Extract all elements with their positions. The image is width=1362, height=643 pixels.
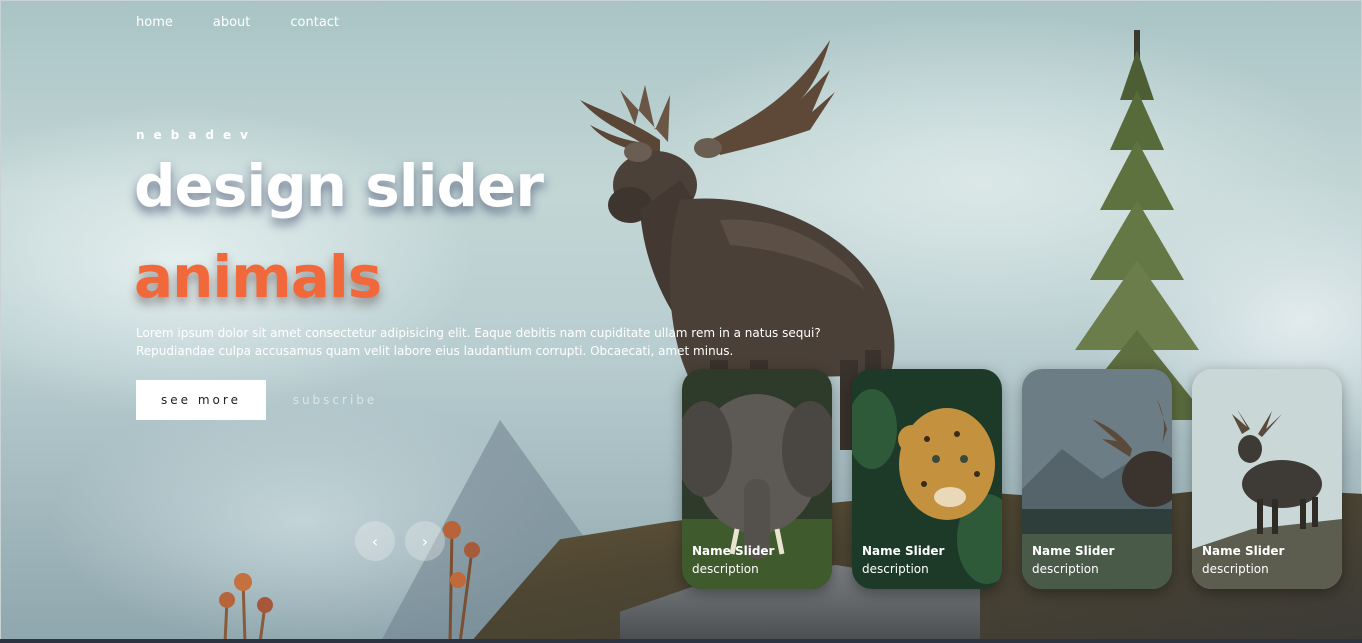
thumbnail-description: description <box>692 562 759 576</box>
next-arrow-button[interactable]: › <box>405 521 445 561</box>
thumbnail-elephant[interactable]: Name Slider description <box>682 369 832 589</box>
thumbnail-leopard[interactable]: Name Slider description <box>852 369 1002 589</box>
see-more-button[interactable]: see more <box>136 380 266 420</box>
hero-description: Lorem ipsum dolor sit amet consectetur a… <box>136 326 821 358</box>
thumbnail-description: description <box>1202 562 1269 576</box>
hero-author: nebadev <box>136 128 257 142</box>
bottom-edge <box>0 639 1362 643</box>
thumbnail-title: Name Slider <box>692 544 775 558</box>
nav-about[interactable]: about <box>213 15 251 30</box>
thumbnail-title: Name Slider <box>1202 544 1285 558</box>
shrub <box>219 573 273 643</box>
hero-title: design slider <box>134 152 544 220</box>
nav-contact[interactable]: contact <box>290 15 339 30</box>
prev-arrow-button[interactable]: ‹ <box>355 521 395 561</box>
top-nav: home about contact <box>136 15 339 30</box>
thumbnail-description: description <box>1032 562 1099 576</box>
thumbnail-moose-hill[interactable]: Name Slider description <box>1192 369 1342 589</box>
shrub <box>443 521 480 643</box>
thumbnail-moose-lake[interactable]: Name Slider description <box>1022 369 1172 589</box>
chevron-left-icon: ‹ <box>371 531 379 551</box>
hero-topic: animals <box>134 243 382 311</box>
thumbnail-description: description <box>862 562 929 576</box>
thumbnail-title: Name Slider <box>1032 544 1115 558</box>
nav-home[interactable]: home <box>136 15 173 30</box>
subscribe-button[interactable]: subscribe <box>280 380 390 420</box>
thumbnail-title: Name Slider <box>862 544 945 558</box>
chevron-right-icon: › <box>421 531 429 551</box>
